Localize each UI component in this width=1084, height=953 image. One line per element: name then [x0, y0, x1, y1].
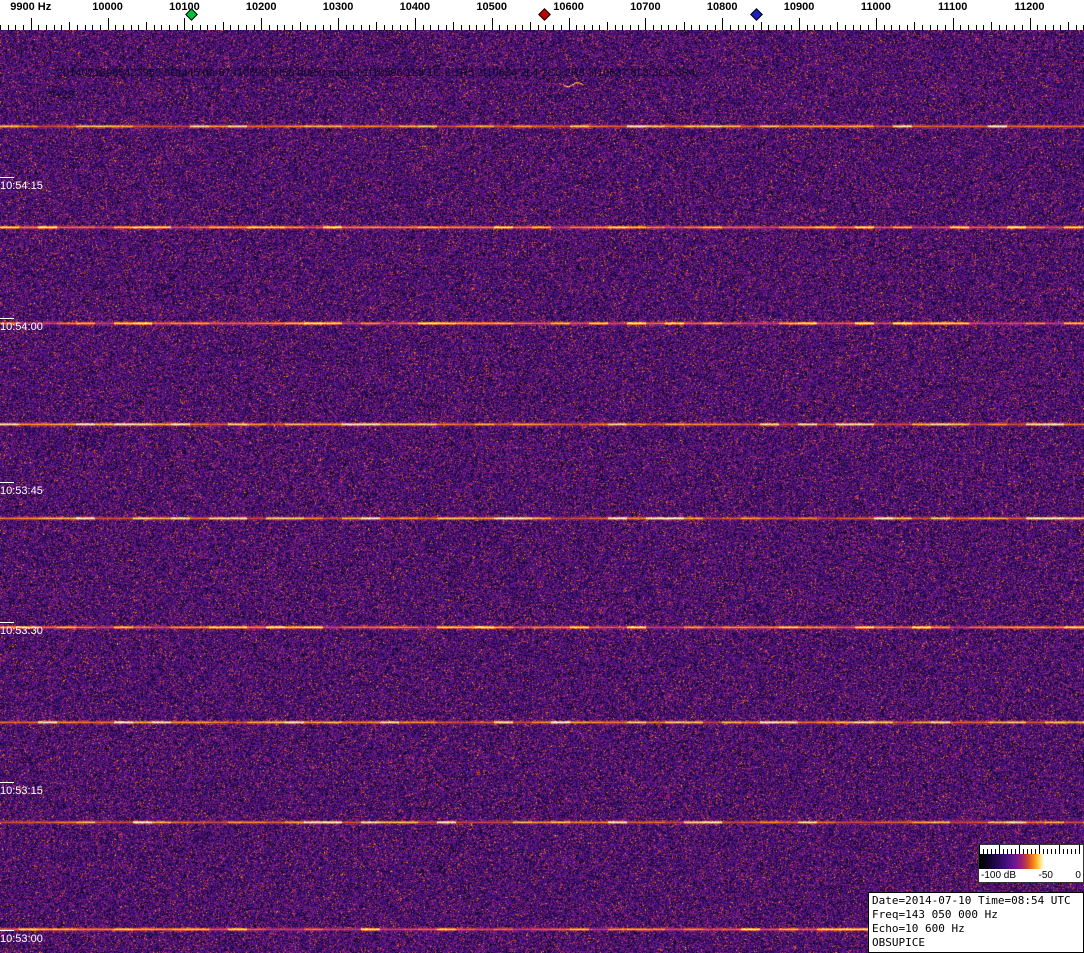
frequency-tick	[108, 18, 109, 30]
spectrogram-area: 20140710085423960 hCnt45 nb-87 f10595 hi…	[0, 30, 1084, 953]
frequency-label: 10700	[630, 1, 661, 13]
time-tick-icon	[0, 177, 14, 178]
frequency-tick	[530, 22, 531, 30]
frequency-ruler[interactable]: 9900 Hz 10000 10100 10200 10300 10400 10500 106…	[0, 0, 1084, 30]
time-label: 10:53:00	[0, 930, 43, 945]
time-label-text: 10:53:15	[0, 785, 43, 797]
frequency-tick	[914, 22, 915, 30]
time-tick-icon	[0, 930, 14, 931]
time-label-text: 10:53:00	[0, 933, 43, 945]
time-label: 10:54:15	[0, 177, 43, 192]
spectrogram-canvas[interactable]	[0, 30, 1084, 953]
frequency-label: 11200	[1014, 1, 1045, 13]
info-echo-line: Echo=10 600 Hz	[872, 922, 965, 935]
frequency-tick	[492, 18, 493, 30]
frequency-tick	[376, 22, 377, 30]
frequency-tick	[837, 22, 838, 30]
frequency-label: 11100	[938, 1, 968, 13]
time-label: 10:53:45	[0, 482, 43, 497]
time-label: 10:54:00	[0, 318, 43, 333]
frequency-tick	[722, 18, 723, 30]
frequency-label: 10500	[476, 1, 507, 13]
frequency-tick	[799, 18, 800, 30]
time-tick-icon	[0, 782, 14, 783]
frequency-label: 11000	[860, 1, 891, 13]
legend-labels: -100 dB -50 0	[979, 869, 1083, 882]
info-date-line: Date=2014-07-10 Time=08:54 UTC	[872, 894, 1071, 907]
observation-info-box: Date=2014-07-10 Time=08:54 UTC Freq=143 …	[868, 892, 1084, 953]
frequency-tick	[31, 18, 32, 30]
frequency-label: 10400	[399, 1, 431, 13]
info-observatory-line: OBSUPICE	[872, 936, 925, 949]
time-tick-icon	[0, 482, 14, 483]
frequency-tick	[300, 22, 301, 30]
frequency-label: 10100	[169, 1, 200, 13]
frequency-tick	[223, 22, 224, 30]
time-label-text: 10:54:15	[0, 180, 43, 192]
legend-label-mid: -50	[1038, 870, 1053, 881]
legend-gradient-bar	[979, 854, 1083, 869]
frequency-tick	[569, 18, 570, 30]
frequency-label: 10800	[706, 1, 738, 13]
frequency-tick	[607, 22, 608, 30]
detection-info-text: 20140710085423960 hCnt45 nb-87 f10595 hi…	[57, 67, 696, 79]
frequency-tick	[338, 18, 339, 30]
db-scale-legend: -100 dB -50 0	[978, 844, 1084, 883]
legend-label-min: -100 dB	[981, 870, 1017, 881]
legend-label-max: 0	[1075, 870, 1081, 881]
frequency-tick	[1030, 18, 1031, 30]
time-label-text: 10:53:45	[0, 485, 43, 497]
frequency-tick	[184, 18, 185, 30]
frequency-label: 10900	[783, 1, 815, 13]
frequency-tick	[645, 18, 646, 30]
frequency-tick	[761, 22, 762, 30]
frequency-tick	[953, 18, 954, 30]
time-label-text: 10:53:30	[0, 625, 43, 637]
frequency-tick	[453, 22, 454, 30]
time-label: 10:53:30	[0, 622, 43, 637]
frequency-label: 9900 Hz	[10, 1, 52, 13]
threshold-text: ^t+23	[47, 89, 74, 101]
frequency-tick	[261, 18, 262, 30]
time-label-text: 10:54:00	[0, 321, 43, 333]
time-tick-icon	[0, 622, 14, 623]
spectrogram-app: 9900 Hz 10000 10100 10200 10300 10400 10500 106…	[0, 0, 1084, 953]
time-tick-icon	[0, 318, 14, 319]
frequency-tick	[991, 22, 992, 30]
frequency-tick	[684, 22, 685, 30]
frequency-tick	[1068, 22, 1069, 30]
frequency-label: 10300	[322, 1, 354, 13]
frequency-tick	[876, 18, 877, 30]
info-freq-line: Freq=143 050 000 Hz	[872, 908, 998, 921]
frequency-label: 10200	[245, 1, 277, 13]
frequency-tick	[146, 22, 147, 30]
frequency-tick	[415, 18, 416, 30]
legend-tick-ruler-icon	[979, 845, 1083, 854]
time-label: 10:53:15	[0, 782, 43, 797]
frequency-label: 10000	[92, 1, 123, 13]
frequency-tick	[69, 22, 70, 30]
